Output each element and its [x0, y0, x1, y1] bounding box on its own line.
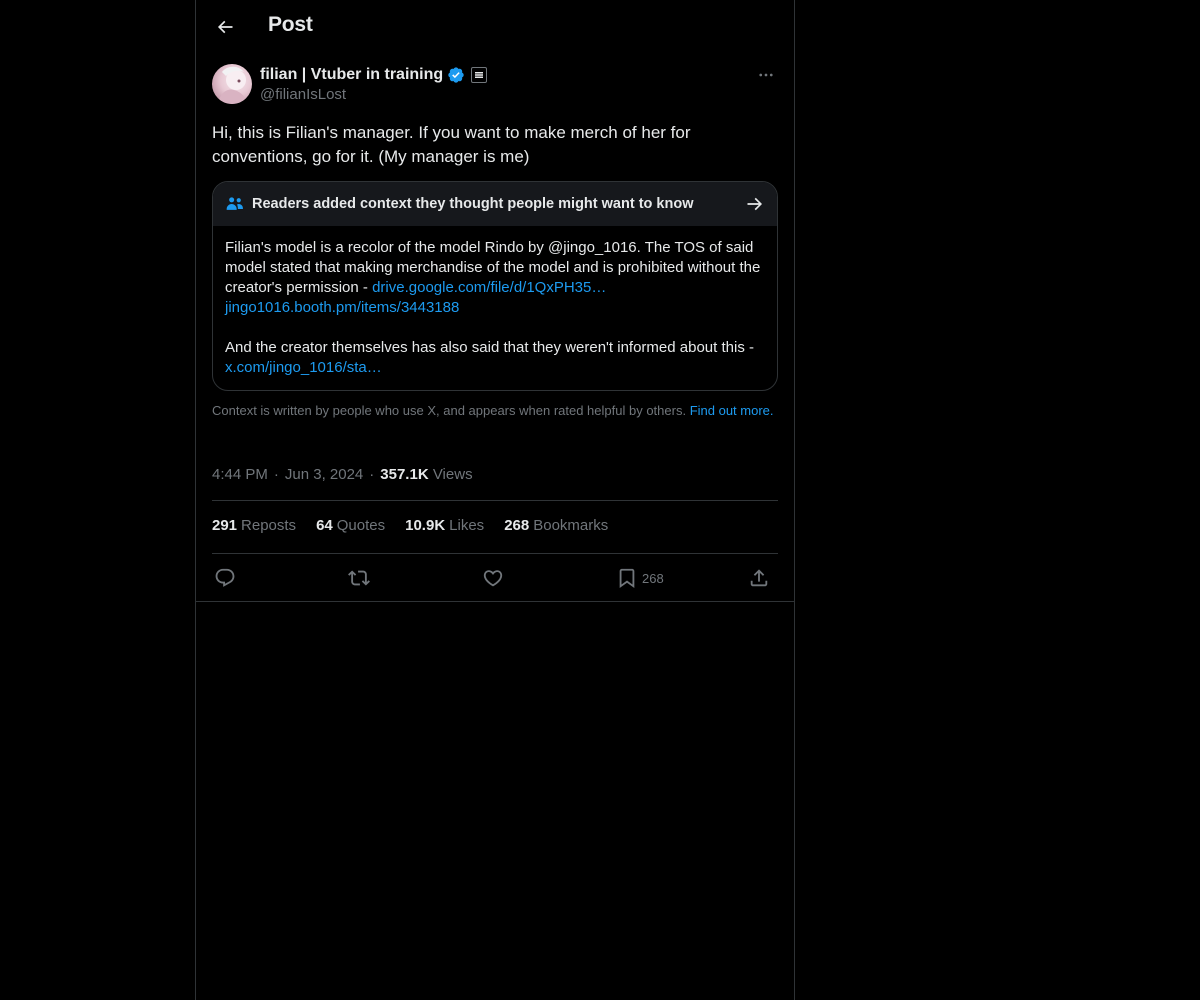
repost-icon — [348, 570, 370, 586]
avatar[interactable] — [212, 64, 252, 104]
like-button[interactable] — [482, 564, 504, 592]
post-header: Post — [196, 0, 794, 54]
bookmark-button[interactable]: 268 — [616, 564, 664, 592]
reposts-label: Reposts — [241, 517, 297, 534]
people-icon — [225, 194, 245, 214]
post-author: filian | Vtuber in training @filianIsLos… — [212, 64, 778, 106]
community-note-body: Filian's model is a recolor of the model… — [213, 226, 777, 378]
page-title: Post — [268, 13, 313, 36]
likes-stat[interactable]: 10.9K Likes — [405, 517, 484, 537]
post-actions: 268 — [212, 564, 778, 592]
post-text: Hi, this is Filian's manager. If you wan… — [212, 123, 691, 166]
verified-badge-icon[interactable] — [447, 66, 465, 84]
reposts-count: 291 — [212, 517, 238, 534]
bookmarks-label: Bookmarks — [533, 517, 609, 534]
views-count: 357.1K — [380, 465, 429, 483]
more-horizontal-icon — [759, 73, 773, 77]
disclaimer-text: Context is written by people who use X, … — [212, 403, 690, 418]
community-note-header[interactable]: Readers added context they thought peopl… — [213, 182, 777, 226]
note-paragraph-2: And the creator themselves has also said… — [225, 338, 765, 378]
arrow-right-icon — [745, 194, 765, 214]
arrow-left-icon — [217, 20, 233, 34]
post-stats: 291 Reposts 64 Quotes 10.9K Likes 268 Bookma… — [212, 517, 608, 537]
quotes-count: 64 — [316, 517, 333, 534]
avatar-image — [218, 66, 248, 104]
note-link-drive[interactable]: drive.google.com/file/d/1QxPH35… — [372, 279, 606, 296]
note-text-2: And the creator themselves has also said… — [225, 339, 754, 356]
context-disclaimer: Context is written by people who use X, … — [212, 403, 778, 419]
heart-icon — [483, 570, 503, 587]
views: 357.1K Views — [380, 466, 472, 483]
divider — [212, 553, 778, 554]
note-link-x[interactable]: x.com/jingo_1016/sta… — [225, 359, 382, 376]
post-date[interactable]: Jun 3, 2024 — [285, 466, 363, 483]
reply-button[interactable] — [214, 564, 236, 592]
repost-button[interactable] — [348, 564, 370, 592]
likes-label: Likes — [449, 517, 485, 534]
note-paragraph-1: Filian's model is a recolor of the model… — [225, 238, 765, 318]
views-label: Views — [432, 465, 473, 483]
more-button[interactable] — [754, 64, 778, 86]
reposts-stat[interactable]: 291 Reposts — [212, 517, 296, 537]
post-meta: 4:44 PM · Jun 3, 2024 · 357.1K Views — [212, 464, 778, 484]
meta-separator: · — [273, 465, 279, 483]
back-button[interactable] — [208, 10, 242, 44]
divider — [196, 601, 794, 602]
bookmarks-count: 268 — [504, 517, 530, 534]
quotes-stat[interactable]: 64 Quotes — [316, 517, 385, 537]
display-name[interactable]: filian | Vtuber in training — [260, 66, 443, 84]
reply-icon — [215, 568, 235, 587]
divider — [212, 500, 778, 501]
note-link-booth[interactable]: jingo1016.booth.pm/items/3443188 — [225, 299, 459, 316]
share-button[interactable] — [748, 564, 770, 592]
affiliate-badge-icon[interactable] — [471, 67, 488, 83]
handle[interactable]: @filianIsLost — [260, 86, 346, 103]
post-column: Post filian | Vtuber in training @filian… — [195, 0, 795, 1000]
likes-count: 10.9K — [405, 517, 446, 534]
bookmark-count: 268 — [642, 570, 664, 586]
post-time[interactable]: 4:44 PM — [212, 466, 268, 483]
community-note-title: Readers added context they thought peopl… — [252, 196, 694, 212]
find-out-more-link[interactable]: Find out more. — [690, 403, 774, 418]
bookmarks-stat[interactable]: 268 Bookmarks — [504, 517, 608, 537]
share-icon — [750, 569, 768, 587]
meta-separator: · — [369, 465, 375, 483]
bookmark-icon — [619, 568, 635, 589]
community-note: Readers added context they thought peopl… — [212, 181, 778, 391]
quotes-label: Quotes — [336, 517, 386, 534]
name-row: filian | Vtuber in training — [260, 64, 488, 86]
